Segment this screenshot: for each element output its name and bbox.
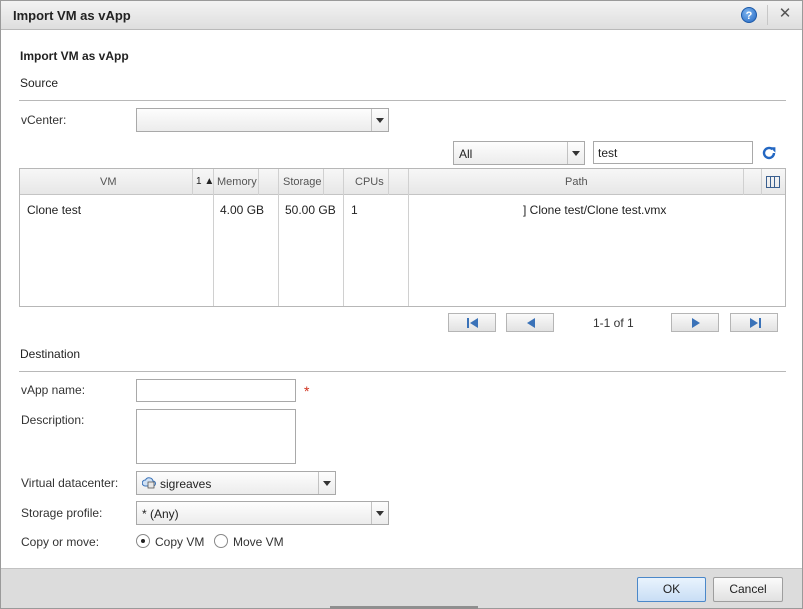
vm-filter-select[interactable]: All xyxy=(453,141,585,165)
chevron-down-icon xyxy=(371,502,388,524)
required-marker: * xyxy=(304,383,310,399)
copy-or-move-label: Copy or move: xyxy=(21,535,100,549)
storage-profile-value: * (Any) xyxy=(142,507,179,521)
previous-page-button[interactable] xyxy=(506,313,554,332)
close-icon[interactable]: ✕ xyxy=(777,6,793,22)
copy-vm-radio[interactable] xyxy=(136,534,150,548)
vcenter-select[interactable] xyxy=(136,108,389,132)
move-vm-option-label[interactable]: Move VM xyxy=(233,535,284,549)
move-vm-radio[interactable] xyxy=(214,534,228,548)
pager-status: 1-1 of 1 xyxy=(593,316,634,330)
column-divider xyxy=(323,169,324,195)
titlebar-divider xyxy=(767,5,768,25)
cell-vm: Clone test xyxy=(27,203,82,217)
chevron-down-icon xyxy=(371,109,388,131)
ok-button[interactable]: OK xyxy=(637,577,706,602)
previous-page-icon xyxy=(527,318,535,328)
first-page-icon xyxy=(467,318,478,328)
vm-filter-value: All xyxy=(459,147,473,161)
sort-ascending-icon[interactable]: 1 ▲ xyxy=(196,169,214,195)
source-divider xyxy=(19,100,786,101)
cancel-button[interactable]: Cancel xyxy=(713,577,783,602)
cell-path: ] Clone test/Clone test.vmx xyxy=(523,203,667,217)
storage-profile-label: Storage profile: xyxy=(21,506,103,520)
source-section-label: Source xyxy=(20,76,59,90)
import-vm-dialog: Import VM as vApp ? ✕ Import VM as vApp … xyxy=(0,0,803,609)
column-divider xyxy=(343,169,344,306)
column-header-vm[interactable]: VM xyxy=(100,169,117,195)
cloud-datacenter-icon xyxy=(142,477,156,489)
chevron-down-icon xyxy=(567,142,584,164)
destination-section-label: Destination xyxy=(20,347,81,361)
column-divider xyxy=(388,169,389,195)
columns-picker-icon[interactable] xyxy=(766,176,780,188)
virtual-datacenter-select[interactable]: sigreaves xyxy=(136,471,336,495)
vapp-name-input[interactable] xyxy=(136,379,296,402)
virtual-datacenter-label: Virtual datacenter: xyxy=(21,476,119,490)
column-divider xyxy=(258,169,259,195)
column-divider xyxy=(192,169,193,195)
vm-search-input[interactable] xyxy=(593,141,753,164)
cell-cpus: 1 xyxy=(351,203,358,217)
vcenter-label: vCenter: xyxy=(21,113,67,127)
vapp-name-label: vApp name: xyxy=(21,383,86,397)
column-divider xyxy=(743,169,744,195)
dialog-title: Import VM as vApp xyxy=(13,8,131,23)
vm-grid: VM 1 ▲ Memory Storage CPUs Path Clone te… xyxy=(19,168,786,307)
chevron-down-icon xyxy=(318,472,335,494)
last-page-icon xyxy=(750,318,761,328)
vm-grid-header: VM 1 ▲ Memory Storage CPUs Path xyxy=(20,169,785,195)
column-header-memory[interactable]: Memory xyxy=(217,169,257,195)
virtual-datacenter-value: sigreaves xyxy=(160,477,212,491)
page-heading: Import VM as vApp xyxy=(20,49,129,63)
refresh-icon[interactable] xyxy=(761,145,777,161)
next-page-button[interactable] xyxy=(671,313,719,332)
column-header-cpus[interactable]: CPUs xyxy=(355,169,384,195)
first-page-button[interactable] xyxy=(448,313,496,332)
cell-memory: 4.00 GB xyxy=(220,203,265,217)
storage-profile-select[interactable]: * (Any) xyxy=(136,501,389,525)
column-divider xyxy=(761,169,762,195)
cell-storage: 50.00 GB xyxy=(285,203,336,217)
description-label: Description: xyxy=(21,413,85,427)
copy-vm-option-label[interactable]: Copy VM xyxy=(155,535,204,549)
last-page-button[interactable] xyxy=(730,313,778,332)
column-header-storage[interactable]: Storage xyxy=(283,169,322,195)
dialog-footer: OK Cancel xyxy=(1,568,802,608)
dialog-titlebar[interactable]: Import VM as vApp ? ✕ xyxy=(1,1,802,30)
column-divider xyxy=(278,169,279,306)
description-textarea[interactable] xyxy=(136,409,296,464)
help-icon[interactable]: ? xyxy=(741,7,757,23)
column-divider xyxy=(213,169,214,306)
destination-divider xyxy=(19,371,786,372)
next-page-icon xyxy=(692,318,700,328)
column-divider xyxy=(408,169,409,306)
column-header-path[interactable]: Path xyxy=(565,169,588,195)
